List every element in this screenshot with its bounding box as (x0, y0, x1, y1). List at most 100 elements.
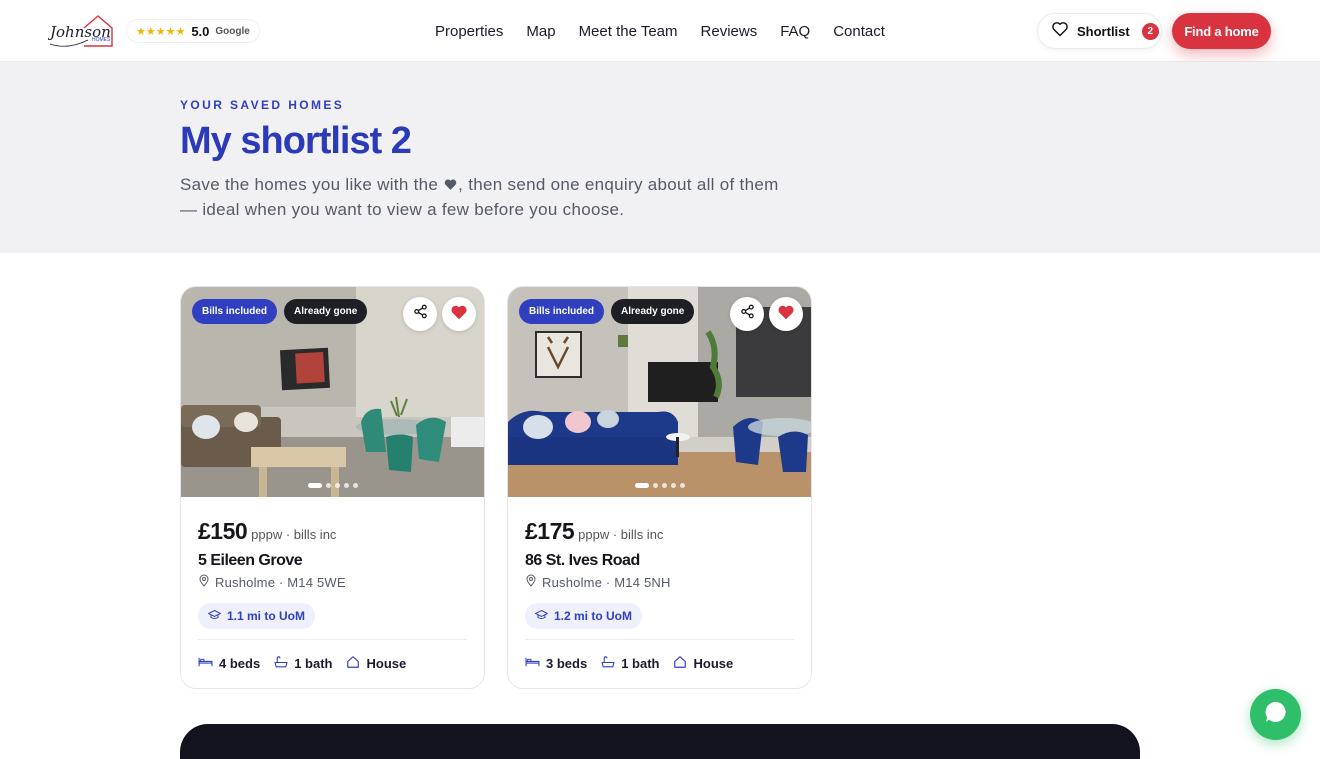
location-pin-icon (525, 574, 537, 590)
price: £150 (198, 518, 248, 544)
carousel-dot[interactable] (334, 483, 340, 488)
property-address[interactable]: 5 Eileen Grove (198, 552, 467, 570)
photo-carousel-dots[interactable] (634, 483, 685, 488)
price: £175 (525, 518, 575, 544)
share-icon (413, 304, 428, 324)
property-photo[interactable]: Bills included Already gone (181, 287, 484, 497)
type-feature: House (673, 655, 733, 672)
property-area: Rusholme · M14 5NH (525, 574, 794, 590)
site-header: Johnson HOMES ★★★★★ 5.0 Google Propertie… (0, 0, 1320, 62)
page-title: My shortlist 2 (180, 120, 412, 162)
rating-score: 5.0 (191, 23, 210, 39)
carousel-dot[interactable] (652, 483, 658, 488)
type-text: House (693, 656, 734, 671)
nav-item-map[interactable]: Map (526, 23, 555, 40)
heart-filled-icon (450, 304, 468, 325)
nav-item-meet-the-team[interactable]: Meet the Team (579, 23, 678, 40)
favourite-button[interactable] (442, 297, 476, 331)
google-rating-badge[interactable]: ★★★★★ 5.0 Google (126, 19, 260, 43)
favourite-button[interactable] (769, 297, 803, 331)
baths-feature: 1 bath (274, 655, 333, 672)
carousel-dot[interactable] (325, 483, 331, 488)
svg-text:HOMES: HOMES (92, 37, 111, 43)
bath-icon (601, 655, 615, 672)
price-row: £175 pppw · bills inc (525, 518, 794, 545)
rating-stars-icon: ★★★★★ (136, 25, 186, 38)
graduation-cap-icon (534, 609, 549, 623)
card-divider (198, 639, 467, 640)
location-pin-icon (198, 574, 210, 590)
shortlist-hero: YOUR SAVED HOMES My shortlist 2 Save the… (0, 62, 1320, 253)
beds-feature: 3 beds (525, 656, 587, 671)
hero-eyebrow: YOUR SAVED HOMES (180, 98, 345, 112)
property-card[interactable]: Bills included Already gone £150 pppw · … (180, 286, 485, 689)
share-icon (740, 304, 755, 324)
card-divider (525, 639, 794, 640)
type-feature: House (346, 655, 406, 672)
carousel-dot[interactable] (670, 483, 676, 488)
johnson-homes-logo[interactable]: Johnson HOMES (47, 10, 114, 52)
share-button[interactable] (730, 297, 764, 331)
carousel-dot[interactable] (661, 483, 667, 488)
property-card[interactable]: Bills included Already gone £175 pppw · … (507, 286, 812, 689)
bed-icon (198, 656, 213, 671)
heart-icon (443, 175, 458, 194)
chat-bubble-icon (1263, 699, 1289, 730)
hero-subtitle: Save the homes you like with the , then … (180, 172, 780, 222)
already-gone-badge: Already gone (284, 299, 368, 324)
bills-included-badge: Bills included (192, 299, 278, 324)
property-features: 4 beds 1 bath House (198, 655, 467, 672)
shortlist-button[interactable]: Shortlist 2 (1037, 13, 1162, 49)
nav-item-properties[interactable]: Properties (435, 23, 503, 40)
carousel-dot[interactable] (352, 483, 358, 488)
bed-icon (525, 656, 540, 671)
house-icon (346, 655, 360, 672)
property-photo[interactable]: Bills included Already gone (508, 287, 811, 497)
property-area: Rusholme · M14 5WE (198, 574, 467, 590)
baths-text: 1 bath (621, 656, 660, 671)
property-details: £150 pppw · bills inc 5 Eileen Grove Rus… (181, 518, 484, 672)
main-nav: Properties Map Meet the Team Reviews FAQ… (435, 0, 885, 62)
property-details: £175 pppw · bills inc 86 St. Ives Road R… (508, 518, 811, 672)
bills-included-badge: Bills included (519, 299, 605, 324)
chat-button[interactable] (1250, 689, 1301, 740)
area-text: Rusholme · M14 5NH (542, 574, 671, 590)
heart-filled-icon (777, 304, 795, 325)
type-text: House (366, 656, 407, 671)
distance-badge: 1.2 mi to UoM (525, 603, 643, 629)
rating-source: Google (215, 25, 250, 37)
beds-text: 4 beds (219, 656, 261, 671)
shortlist-label: Shortlist (1077, 23, 1130, 39)
find-a-home-button[interactable]: Find a home (1172, 13, 1271, 49)
beds-text: 3 beds (546, 656, 588, 671)
carousel-dot[interactable] (634, 483, 649, 488)
property-features: 3 beds 1 bath House (525, 655, 794, 672)
house-icon (673, 655, 687, 672)
enquiry-section (180, 724, 1140, 759)
shortlist-count-badge: 2 (1141, 22, 1159, 40)
graduation-cap-icon (207, 609, 222, 623)
price-unit: pppw · bills inc (251, 527, 337, 542)
carousel-dot[interactable] (679, 483, 685, 488)
distance-badge: 1.1 mi to UoM (198, 603, 316, 629)
price-row: £150 pppw · bills inc (198, 518, 467, 545)
nav-item-reviews[interactable]: Reviews (701, 23, 758, 40)
baths-feature: 1 bath (601, 655, 660, 672)
carousel-dot[interactable] (343, 483, 349, 488)
nav-item-faq[interactable]: FAQ (780, 23, 810, 40)
hero-subtitle-start: Save the homes you like with the (180, 175, 444, 194)
baths-text: 1 bath (294, 656, 333, 671)
heart-outline-icon (1051, 21, 1069, 42)
already-gone-badge: Already gone (611, 299, 695, 324)
nav-item-contact[interactable]: Contact (833, 23, 885, 40)
share-button[interactable] (403, 297, 437, 331)
beds-feature: 4 beds (198, 656, 260, 671)
carousel-dot[interactable] (307, 483, 322, 488)
price-unit: pppw · bills inc (578, 527, 664, 542)
area-text: Rusholme · M14 5WE (215, 574, 346, 590)
distance-text: 1.2 mi to UoM (554, 609, 633, 623)
bath-icon (274, 655, 288, 672)
property-address[interactable]: 86 St. Ives Road (525, 552, 794, 570)
distance-text: 1.1 mi to UoM (227, 609, 306, 623)
photo-carousel-dots[interactable] (307, 483, 358, 488)
